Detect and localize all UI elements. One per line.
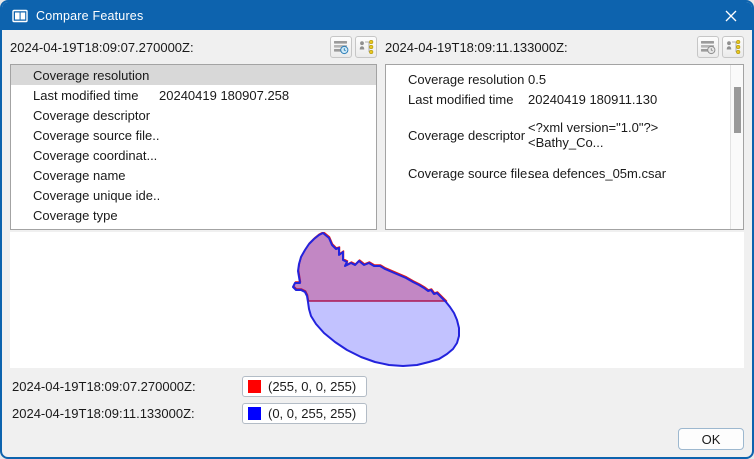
legend-row: 2024-04-19T18:09:11.133000Z: (0, 0, 255,… xyxy=(12,403,742,424)
right-pane-timestamp: 2024-04-19T18:09:11.133000Z: xyxy=(385,40,568,55)
property-row[interactable]: Coverage source file... sea defences_05m… xyxy=(386,163,743,183)
property-row[interactable]: Coverage descriptor xyxy=(11,105,376,125)
right-property-list[interactable]: Coverage resolution 0.5 Last modified ti… xyxy=(385,64,744,230)
legend-row: 2024-04-19T18:09:07.270000Z: (255, 0, 0,… xyxy=(12,376,742,397)
left-show-tree-button[interactable] xyxy=(355,36,377,58)
window-title: Compare Features xyxy=(36,9,143,23)
property-row[interactable]: Coverage name xyxy=(11,165,376,185)
left-property-list[interactable]: Coverage resolution Last modified time 2… xyxy=(10,64,377,230)
property-panels: Coverage resolution Last modified time 2… xyxy=(2,64,752,230)
layers-clock-icon xyxy=(333,39,349,55)
scrollbar[interactable] xyxy=(730,65,743,229)
close-button[interactable] xyxy=(710,2,752,30)
left-pane-timestamp: 2024-04-19T18:09:07.270000Z: xyxy=(10,40,194,55)
legend-timestamp: 2024-04-19T18:09:07.270000Z: xyxy=(12,379,242,394)
property-row[interactable]: Coverage resolution 0.5 xyxy=(386,69,743,89)
property-row[interactable]: Coverage source file... xyxy=(11,125,376,145)
right-show-tree-button[interactable] xyxy=(722,36,744,58)
property-row[interactable]: Last modified time 20240419 180907.258 xyxy=(11,85,376,105)
hierarchy-icon xyxy=(725,39,741,55)
color-swatch xyxy=(248,407,261,420)
compare-features-dialog: Compare Features 2024-04-19T18:09:07.270… xyxy=(0,0,754,459)
feature2-polygon xyxy=(293,233,459,366)
scrollbar-thumb[interactable] xyxy=(734,87,741,133)
split-pane-icon xyxy=(12,8,28,24)
feature-geometry-preview xyxy=(10,232,744,368)
property-row[interactable]: Coverage unique ide... xyxy=(11,185,376,205)
layers-clock-icon xyxy=(700,39,716,55)
titlebar: Compare Features xyxy=(2,2,752,30)
color-value: (255, 0, 0, 255) xyxy=(268,379,356,394)
property-row[interactable]: Coverage type xyxy=(11,205,376,225)
feature1-color-button[interactable]: (255, 0, 0, 255) xyxy=(242,376,367,397)
pane-headers: 2024-04-19T18:09:07.270000Z: xyxy=(2,30,752,64)
close-icon xyxy=(725,10,737,22)
feature2-color-button[interactable]: (0, 0, 255, 255) xyxy=(242,403,367,424)
ok-button[interactable]: OK xyxy=(678,428,744,450)
property-row[interactable]: Last modified time 20240419 180911.130 xyxy=(386,89,743,109)
legend: 2024-04-19T18:09:07.270000Z: (255, 0, 0,… xyxy=(2,376,752,424)
footer: OK xyxy=(678,428,744,450)
legend-timestamp: 2024-04-19T18:09:11.133000Z: xyxy=(12,406,242,421)
color-swatch xyxy=(248,380,261,393)
property-row[interactable]: Coverage coordinat... xyxy=(11,145,376,165)
left-show-attributes-button[interactable] xyxy=(330,36,352,58)
property-row[interactable]: Coverage descriptor <?xml version="1.0"?… xyxy=(386,114,743,156)
right-show-attributes-button[interactable] xyxy=(697,36,719,58)
hierarchy-icon xyxy=(358,39,374,55)
property-row[interactable]: Coverage resolution xyxy=(11,65,376,85)
color-value: (0, 0, 255, 255) xyxy=(268,406,356,421)
